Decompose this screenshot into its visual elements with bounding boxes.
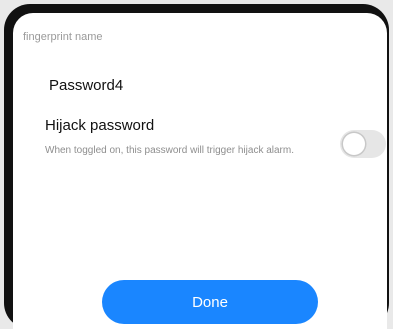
fingerprint-name-value[interactable]: Password4 — [49, 77, 123, 94]
device-bezel: fingerprint name Password4 Hijack passwo… — [4, 4, 389, 333]
screenshot-frame: fingerprint name Password4 Hijack passwo… — [0, 0, 393, 333]
hijack-password-toggle[interactable] — [340, 130, 386, 158]
dialog-screen: fingerprint name Password4 Hijack passwo… — [13, 13, 387, 333]
toggle-knob — [343, 133, 365, 155]
hijack-password-description: When toggled on, this password will trig… — [45, 145, 294, 156]
fingerprint-name-label: fingerprint name — [23, 31, 103, 43]
done-button[interactable]: Done — [102, 280, 318, 324]
hijack-password-title: Hijack password — [45, 117, 155, 134]
